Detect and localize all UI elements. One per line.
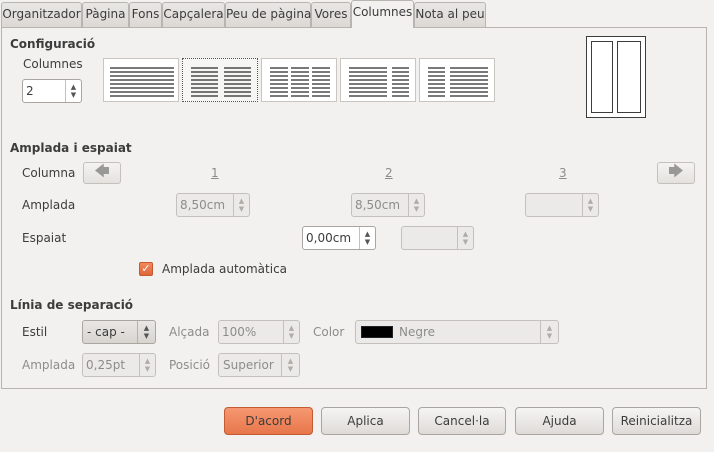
- column-number-3: 3: [559, 166, 567, 180]
- auto-width-checkbox[interactable]: ✓: [139, 262, 153, 276]
- two-columns-icon: [191, 67, 251, 97]
- tab-capcalera[interactable]: Capçalera: [162, 2, 225, 27]
- column-1-width-spinbox[interactable]: 8,50cm ▲ ▼: [176, 193, 250, 217]
- spin-arrows-icon[interactable]: ▲ ▼: [457, 227, 473, 249]
- position-label: Posició: [169, 358, 211, 372]
- style-label: Estil: [22, 325, 48, 339]
- column-3-width-value: [526, 194, 582, 216]
- width-label: Amplada: [22, 198, 76, 212]
- height-label: Alçada: [169, 325, 210, 339]
- apply-button[interactable]: Aplica: [321, 407, 410, 435]
- spacing-1-value: 0,00cm: [306, 231, 352, 245]
- spin-arrows-icon[interactable]: ▲ ▼: [139, 354, 155, 376]
- line-width-label: Amplada: [22, 358, 76, 372]
- spin-arrows-icon[interactable]: ▲ ▼: [283, 321, 299, 343]
- right-wide-columns-icon: [428, 67, 488, 97]
- preset-2-columns-left-wide[interactable]: [340, 58, 416, 102]
- page-preview: [586, 36, 646, 118]
- height-spinbox[interactable]: 100% ▲ ▼: [218, 320, 300, 344]
- spin-arrows-icon: ▲ ▼: [540, 321, 558, 343]
- position-dropdown[interactable]: Superior ▲ ▼: [218, 353, 300, 377]
- auto-width-label: Amplada automàtica: [162, 262, 288, 276]
- preview-column-2: [617, 41, 641, 113]
- spacing-1-spinbox[interactable]: 0,00cm ▲ ▼: [302, 226, 376, 250]
- columns-spinbox[interactable]: 2 ▲ ▼: [22, 79, 82, 103]
- tab-organitzador[interactable]: Organitzador: [1, 2, 82, 27]
- column-number-1: 1: [211, 166, 219, 180]
- separator-section-title: Línia de separació: [10, 298, 134, 312]
- width-spacing-section-title: Amplada i espaiat: [10, 141, 132, 155]
- spacing-2-spinbox[interactable]: ▲ ▼: [401, 226, 474, 250]
- tab-peu-de-pagina[interactable]: Peu de pàgina: [225, 2, 311, 27]
- preset-2-columns-right-wide[interactable]: [419, 58, 495, 102]
- one-column-icon: [110, 67, 174, 97]
- color-value: Negre: [399, 325, 436, 339]
- tab-columnes[interactable]: Columnes: [351, 0, 414, 28]
- spin-arrows-icon[interactable]: ▲ ▼: [408, 194, 424, 216]
- tab-bar: Organitzador Pàgina Fons Capçalera Peu d…: [0, 0, 714, 28]
- preset-1-column[interactable]: [103, 58, 179, 102]
- height-value: 100%: [222, 325, 257, 339]
- left-wide-columns-icon: [349, 67, 409, 97]
- columns-label: Columnes: [23, 57, 83, 71]
- preset-3-columns[interactable]: [261, 58, 337, 102]
- color-dropdown[interactable]: Negre ▲ ▼: [355, 320, 559, 344]
- spin-arrows-icon[interactable]: ▲ ▼: [65, 80, 81, 102]
- spacing-2-value: [402, 227, 457, 249]
- cancel-button[interactable]: Cancel·la: [418, 407, 506, 435]
- spin-arrows-icon: ▲ ▼: [281, 354, 299, 376]
- ok-button[interactable]: D'acord: [224, 407, 313, 435]
- arrow-left-icon: 🡄: [94, 161, 110, 180]
- line-width-spinbox[interactable]: 0,25pt ▲ ▼: [82, 353, 156, 377]
- style-dropdown[interactable]: - cap - ▲ ▼: [82, 320, 156, 344]
- previous-column-button[interactable]: 🡄: [83, 162, 121, 184]
- help-button[interactable]: Ajuda: [515, 407, 604, 435]
- spin-arrows-icon[interactable]: ▲ ▼: [582, 194, 598, 216]
- tab-vores[interactable]: Vores: [311, 2, 351, 27]
- position-value: Superior: [223, 358, 274, 372]
- spin-arrows-icon: ▲ ▼: [137, 321, 155, 343]
- line-width-value: 0,25pt: [86, 358, 126, 372]
- column-number-2: 2: [385, 166, 393, 180]
- tab-pagina[interactable]: Pàgina: [82, 2, 129, 27]
- config-section-title: Configuració: [10, 37, 96, 51]
- column-3-width-spinbox[interactable]: ▲ ▼: [525, 193, 599, 217]
- spin-arrows-icon[interactable]: ▲ ▼: [233, 194, 249, 216]
- column-label: Columna: [22, 166, 76, 180]
- preset-2-columns[interactable]: [182, 58, 258, 102]
- color-label: Color: [313, 325, 345, 339]
- spacing-label: Espaiat: [22, 231, 67, 245]
- column-2-width-spinbox[interactable]: 8,50cm ▲ ▼: [351, 193, 425, 217]
- next-column-button[interactable]: 🡆: [657, 162, 695, 184]
- checkmark-icon: ✓: [141, 262, 151, 275]
- tab-fons[interactable]: Fons: [129, 2, 162, 27]
- preview-column-1: [591, 41, 613, 113]
- arrow-right-icon: 🡆: [668, 161, 684, 180]
- spin-arrows-icon[interactable]: ▲ ▼: [359, 227, 375, 249]
- column-2-width-value: 8,50cm: [355, 198, 401, 212]
- three-columns-icon: [270, 67, 330, 97]
- reset-button[interactable]: Reinicialitza: [612, 407, 701, 435]
- tab-nota-al-peu[interactable]: Nota al peu: [414, 2, 486, 27]
- color-swatch: [361, 326, 393, 338]
- column-1-width-value: 8,50cm: [180, 198, 226, 212]
- columns-value: 2: [26, 84, 34, 98]
- style-value: - cap -: [87, 325, 125, 339]
